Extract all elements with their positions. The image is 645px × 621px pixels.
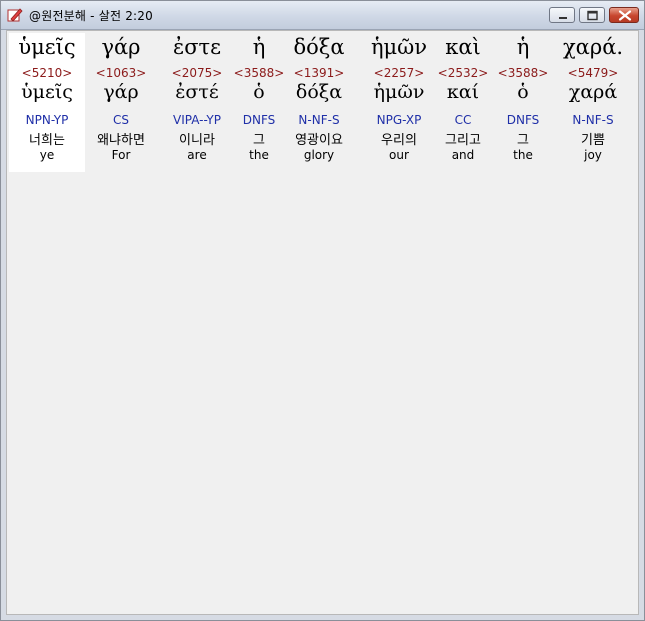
parsing-code: N-NF-S — [572, 113, 614, 127]
window-title: @원전분해 - 살전 2:20 — [29, 9, 153, 23]
maximize-icon — [587, 10, 598, 21]
korean-gloss: 기쁨 — [581, 133, 605, 148]
app-window: @원전분해 - 살전 2:20 ὑμεῖς <5210> ὑμεῖς NPN-YP 너희… — [0, 0, 645, 621]
interlinear-view[interactable]: ὑμεῖς <5210> ὑμεῖς NPN-YP 너희는 ye γάρ <1063> γάρ C… — [6, 30, 639, 615]
close-icon — [618, 10, 632, 21]
minimize-button[interactable] — [549, 7, 575, 23]
maximize-button[interactable] — [579, 7, 605, 23]
app-icon — [7, 8, 23, 22]
english-gloss: joy — [584, 148, 602, 162]
close-button[interactable] — [609, 7, 639, 23]
strong-number: <5479> — [567, 66, 619, 80]
title-bar[interactable]: @원전분해 - 살전 2:20 — [1, 1, 644, 30]
minimize-icon — [559, 17, 567, 19]
lemma: χαρά — [568, 81, 618, 103]
word-columns: ὑμεῖς <5210> ὑμεῖς NPN-YP 너희는 ye γάρ <1063> γάρ C… — [9, 33, 638, 183]
greek-word: χαρά. — [562, 35, 624, 59]
